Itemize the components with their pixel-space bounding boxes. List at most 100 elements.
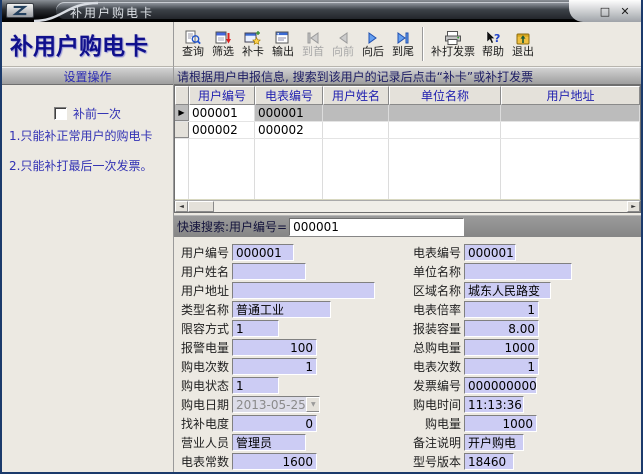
goto-first-button[interactable]: 到首 xyxy=(298,24,328,65)
purchase-status-label: 购电状态 xyxy=(174,377,232,394)
maximize-button[interactable]: □ xyxy=(597,4,613,19)
total-energy-field[interactable]: 1000 xyxy=(464,339,539,356)
installed-capacity-field[interactable]: 8.00 xyxy=(464,320,539,337)
query-button[interactable]: 查询 xyxy=(178,24,208,65)
toolbar-button-label: 筛选 xyxy=(212,46,234,58)
purchase-status-field[interactable]: 1 xyxy=(232,377,279,394)
installed-capacity-label: 报装容量 xyxy=(406,320,464,337)
row-indicator-icon: ▶ xyxy=(175,105,189,121)
grid-empty-cell xyxy=(501,139,640,199)
grid-column-user-address[interactable]: 用户地址 xyxy=(501,86,640,105)
purchase-date-label: 购电日期 xyxy=(174,396,232,413)
toolbar: 查询 筛选 补卡 xyxy=(174,22,641,67)
user-address-field[interactable] xyxy=(232,282,375,299)
toolbar-button-label: 补卡 xyxy=(242,46,264,58)
purchase-time-label: 购电时间 xyxy=(406,396,464,413)
scroll-right-icon[interactable]: ► xyxy=(627,201,640,212)
meter-constant-field[interactable]: 1600 xyxy=(232,453,317,470)
grid-row[interactable]: 000002 000002 xyxy=(175,122,640,139)
user-name-field[interactable] xyxy=(232,263,306,280)
grid-empty-cell xyxy=(255,139,323,199)
meter-count-label: 电表次数 xyxy=(406,358,464,375)
area-name-field[interactable]: 城东人民路变 xyxy=(464,282,551,299)
operator-label: 营业人员 xyxy=(174,434,232,451)
close-button[interactable]: ✕ xyxy=(617,4,633,19)
user-grid: 用户编号 电表编号 用户姓名 单位名称 用户地址 ▶ 000001 000001… xyxy=(174,85,641,213)
grid-column-unit-name[interactable]: 单位名称 xyxy=(389,86,501,105)
sidebar-note-2: 2.只能补打最后一次发票。 xyxy=(9,159,171,173)
adjust-energy-field[interactable]: 0 xyxy=(232,415,317,432)
cell-meter-id[interactable]: 000002 xyxy=(255,122,323,138)
scrollbar-thumb[interactable] xyxy=(188,201,214,212)
model-version-field[interactable]: 18460 xyxy=(464,453,514,470)
cell-user-id[interactable]: 000002 xyxy=(189,122,255,138)
invoice-number-field[interactable]: 0000000001 xyxy=(464,377,537,394)
notice-bar: 请根据用户申报信息, 搜索到该用户的记录后点击“补卡”或补打发票 xyxy=(174,67,641,85)
goto-next-button[interactable]: 向后 xyxy=(358,24,388,65)
meter-id-field[interactable]: 000001 xyxy=(464,244,516,261)
grid-row-selected[interactable]: ▶ 000001 000001 xyxy=(175,105,640,122)
filter-button[interactable]: 筛选 xyxy=(208,24,238,65)
cell-user-id[interactable]: 000001 xyxy=(189,105,255,121)
purchase-count-field[interactable]: 1 xyxy=(232,358,317,375)
grid-horizontal-scrollbar[interactable]: ◄ ► xyxy=(174,200,641,213)
goto-last-button[interactable]: 到尾 xyxy=(388,24,418,65)
export-button[interactable]: 输出 xyxy=(268,24,298,65)
purchase-date-value: 2013-05-25 xyxy=(233,398,306,412)
grid-empty-indicator xyxy=(175,139,189,199)
detail-form: 用户编号 000001 用户姓名 用户地址 类型名称 普通工业 限容方式 1 报… xyxy=(174,237,641,472)
quick-search-input[interactable] xyxy=(289,218,464,236)
cell-user-address[interactable] xyxy=(501,105,640,121)
cell-meter-id[interactable]: 000001 xyxy=(255,105,323,121)
title-bar: 补用户购电卡 □ ✕ xyxy=(2,0,641,22)
reissue-previous-checkbox-row[interactable]: 补前一次 xyxy=(2,105,173,122)
purchase-time-field[interactable]: 11:13:36 xyxy=(464,396,524,413)
cell-unit-name[interactable] xyxy=(389,105,501,121)
help-cursor-icon: ? xyxy=(484,30,502,46)
adjust-energy-label: 找补电度 xyxy=(174,415,232,432)
meter-count-field[interactable]: 1 xyxy=(464,358,539,375)
quick-search-bar: 快速搜索:用户编号= xyxy=(174,215,641,237)
cell-user-name[interactable] xyxy=(323,122,389,138)
cell-user-address[interactable] xyxy=(501,122,640,138)
reissue-card-button[interactable]: 补卡 xyxy=(238,24,268,65)
help-button[interactable]: ? 帮助 xyxy=(478,24,508,65)
goto-prev-icon xyxy=(334,30,352,46)
grid-column-user-id[interactable]: 用户编号 xyxy=(189,86,255,105)
goto-prev-button[interactable]: 向前 xyxy=(328,24,358,65)
unit-name-field[interactable] xyxy=(464,263,572,280)
remark-field[interactable]: 开户购电 xyxy=(464,434,524,451)
scroll-left-icon[interactable]: ◄ xyxy=(175,201,188,212)
grid-column-user-name[interactable]: 用户姓名 xyxy=(323,86,389,105)
page-header: 补用户购电卡 xyxy=(2,22,174,67)
page-title: 补用户购电卡 xyxy=(10,27,148,61)
alarm-energy-field[interactable]: 100 xyxy=(232,339,317,356)
cell-unit-name[interactable] xyxy=(389,122,501,138)
main-content: 请根据用户申报信息, 搜索到该用户的记录后点击“补卡”或补打发票 用户编号 电表… xyxy=(174,67,641,472)
operator-field[interactable]: 管理员 xyxy=(232,434,306,451)
toolbar-button-label: 到首 xyxy=(302,46,324,58)
printer-icon xyxy=(444,30,462,46)
grid-empty-area xyxy=(175,139,640,199)
type-name-field[interactable]: 普通工业 xyxy=(232,301,331,318)
user-id-label: 用户编号 xyxy=(174,244,232,261)
grid-empty-cell xyxy=(389,139,501,199)
capacity-limit-mode-field[interactable]: 1 xyxy=(232,320,279,337)
reprint-invoice-button[interactable]: 补打发票 xyxy=(428,24,478,65)
grid-column-meter-id[interactable]: 电表编号 xyxy=(255,86,323,105)
scrollbar-track[interactable] xyxy=(214,201,627,212)
exit-button[interactable]: 退出 xyxy=(508,24,538,65)
user-id-field[interactable]: 000001 xyxy=(232,244,294,261)
checkbox-icon[interactable] xyxy=(54,107,67,120)
capacity-limit-mode-label: 限容方式 xyxy=(174,320,232,337)
search-doc-icon xyxy=(184,30,202,46)
cell-user-name[interactable] xyxy=(323,105,389,121)
combo-dropdown-icon[interactable]: ▼ xyxy=(306,397,320,412)
alarm-energy-label: 报警电量 xyxy=(174,339,232,356)
meter-ratio-field[interactable]: 1 xyxy=(464,301,539,318)
toolbar-separator xyxy=(422,27,424,61)
toolbar-button-label: 退出 xyxy=(512,46,534,58)
purchase-date-field[interactable]: 2013-05-25 ▼ xyxy=(232,396,320,413)
purchase-energy-field[interactable]: 1000 xyxy=(464,415,537,432)
toolbar-button-label: 补打发票 xyxy=(431,46,475,58)
